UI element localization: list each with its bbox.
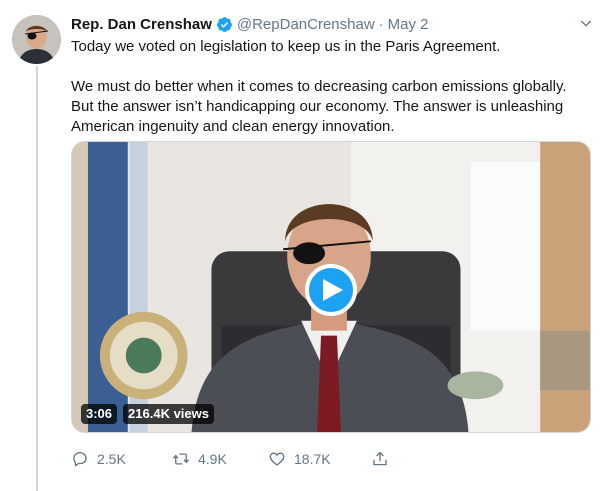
tweet-text-paragraph-1: Today we voted on legislation to keep us… [71,38,501,55]
chevron-down-icon[interactable] [578,15,594,31]
retweet-icon [172,453,190,465]
share-button[interactable] [371,450,397,468]
separator-dot: · [378,15,384,33]
reply-button[interactable]: 2.5K [71,450,172,468]
play-button[interactable] [305,264,357,316]
tweet-text-paragraph-2: We must do better when it comes to decre… [71,78,567,135]
tweet-date[interactable]: May 2 [388,16,429,33]
play-icon [323,279,343,301]
author-name[interactable]: Rep. Dan Crenshaw [71,16,212,33]
heart-icon [269,452,285,466]
retweet-button[interactable]: 4.9K [172,450,268,468]
verified-badge-icon [216,16,232,32]
thread-line [36,66,38,491]
video-badges: 3:06 216.4K views [81,404,214,424]
avatar-image [12,15,61,64]
retweet-count: 4.9K [198,451,227,467]
video-player[interactable]: 3:06 216.4K views [71,141,591,433]
video-duration: 3:06 [81,404,118,424]
avatar[interactable] [12,15,61,64]
reply-icon [73,451,87,467]
tweet-header: Rep. Dan Crenshaw @RepDanCrenshaw · May … [71,14,429,34]
share-icon [373,451,387,466]
author-handle[interactable]: @RepDanCrenshaw [237,16,375,33]
video-views: 216.4K views [123,404,214,424]
tweet-text: Today we voted on legislation to keep us… [71,37,591,137]
reply-count: 2.5K [97,451,126,467]
tweet-actions: 2.5K 4.9K 18.7K [71,450,397,468]
like-count: 18.7K [294,451,331,467]
like-button[interactable]: 18.7K [268,450,371,468]
